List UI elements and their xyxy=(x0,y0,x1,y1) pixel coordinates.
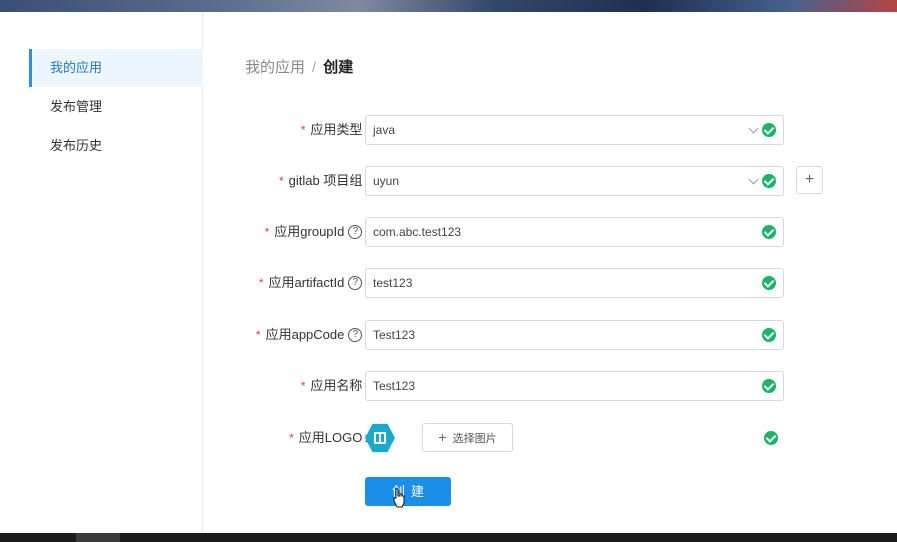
app-logo-preview-icon xyxy=(365,423,395,453)
check-circle-icon xyxy=(762,123,776,137)
required-mark: * xyxy=(255,328,261,342)
required-mark: * xyxy=(264,225,270,239)
gitlab-group-label-text: gitlab 项目组 xyxy=(288,173,363,188)
top-banner-image xyxy=(0,0,897,12)
help-icon[interactable]: ? xyxy=(348,276,363,290)
breadcrumb-my-apps[interactable]: 我的应用 xyxy=(245,59,305,76)
required-mark: * xyxy=(258,276,264,290)
add-group-button[interactable]: + xyxy=(796,166,823,194)
app-name-input[interactable]: Test123 xyxy=(365,371,784,401)
artifact-id-input[interactable]: test123 xyxy=(365,268,784,298)
app-type-label-text: 应用类型 xyxy=(310,122,363,137)
app-code-value: Test123 xyxy=(373,328,416,342)
create-button[interactable]: 创建 xyxy=(365,477,451,506)
group-id-label: * 应用groupId ?: xyxy=(265,217,368,247)
app-type-select[interactable]: java xyxy=(365,115,784,145)
app-code-input[interactable]: Test123 xyxy=(365,320,784,350)
logo-label: * 应用LOGO: xyxy=(289,423,368,453)
form-row-app-code: * 应用appCode ?: Test123 xyxy=(210,320,830,350)
gitlab-group-select[interactable]: uyun xyxy=(365,166,784,196)
check-circle-icon xyxy=(764,431,778,445)
sidebar: 我的应用 发布管理 发布历史 xyxy=(0,12,203,533)
check-circle-icon xyxy=(762,174,776,188)
check-circle-icon xyxy=(762,328,776,342)
app-name-value: Test123 xyxy=(373,379,416,393)
artifact-id-label-text: 应用artifactId xyxy=(268,275,345,290)
required-mark: * xyxy=(300,123,306,137)
logo-label-text: 应用LOGO xyxy=(298,430,363,445)
form-row-artifact-id: * 应用artifactId ?: test123 xyxy=(210,268,830,298)
check-circle-icon xyxy=(762,379,776,393)
sidebar-item-release-management[interactable]: 发布管理 xyxy=(29,88,203,126)
app-name-label: * 应用名称: xyxy=(301,371,368,401)
form-row-app-type: * 应用类型: java xyxy=(210,115,830,145)
app-code-label: * 应用appCode ?: xyxy=(256,320,368,350)
form-row-group-id: * 应用groupId ?: com.abc.test123 xyxy=(210,217,830,247)
breadcrumb: 我的应用 / 创建 xyxy=(245,56,353,77)
app-type-value: java xyxy=(373,123,396,137)
app-code-label-text: 应用appCode xyxy=(265,327,345,342)
required-mark: * xyxy=(279,174,284,188)
form-row-app-name: * 应用名称: Test123 xyxy=(210,371,830,401)
gitlab-group-value: uyun xyxy=(373,174,400,188)
group-id-input[interactable]: com.abc.test123 xyxy=(365,217,784,247)
form-row-logo: * 应用LOGO: + 选择图片 xyxy=(210,423,830,453)
gitlab-group-label: * gitlab 项目组: xyxy=(279,166,368,196)
form-row-gitlab-group: * gitlab 项目组: uyun + xyxy=(210,166,830,196)
required-mark: * xyxy=(289,431,294,445)
breadcrumb-current: 创建 xyxy=(323,59,354,76)
artifact-id-label: * 应用artifactId ?: xyxy=(259,268,368,298)
sidebar-item-my-apps[interactable]: 我的应用 xyxy=(29,49,203,87)
chevron-down-icon xyxy=(748,123,759,134)
choose-image-button[interactable]: + 选择图片 xyxy=(422,423,513,452)
group-id-value: com.abc.test123 xyxy=(373,225,462,239)
artifact-id-value: test123 xyxy=(373,276,413,290)
help-icon[interactable]: ? xyxy=(348,328,363,342)
sidebar-item-release-history[interactable]: 发布历史 xyxy=(29,127,203,165)
help-icon[interactable]: ? xyxy=(348,225,363,239)
check-circle-icon xyxy=(762,225,776,239)
plus-icon: + xyxy=(438,429,447,445)
bottom-bar xyxy=(0,533,897,542)
breadcrumb-separator: / xyxy=(312,59,317,76)
app-name-label-text: 应用名称 xyxy=(310,378,363,393)
choose-image-label: 选择图片 xyxy=(452,433,497,445)
mouse-cursor-hand-icon xyxy=(393,488,405,508)
required-mark: * xyxy=(300,379,306,393)
check-circle-icon xyxy=(762,276,776,290)
chevron-down-icon xyxy=(748,174,759,185)
group-id-label-text: 应用groupId xyxy=(274,224,345,239)
app-type-label: * 应用类型: xyxy=(301,115,368,145)
